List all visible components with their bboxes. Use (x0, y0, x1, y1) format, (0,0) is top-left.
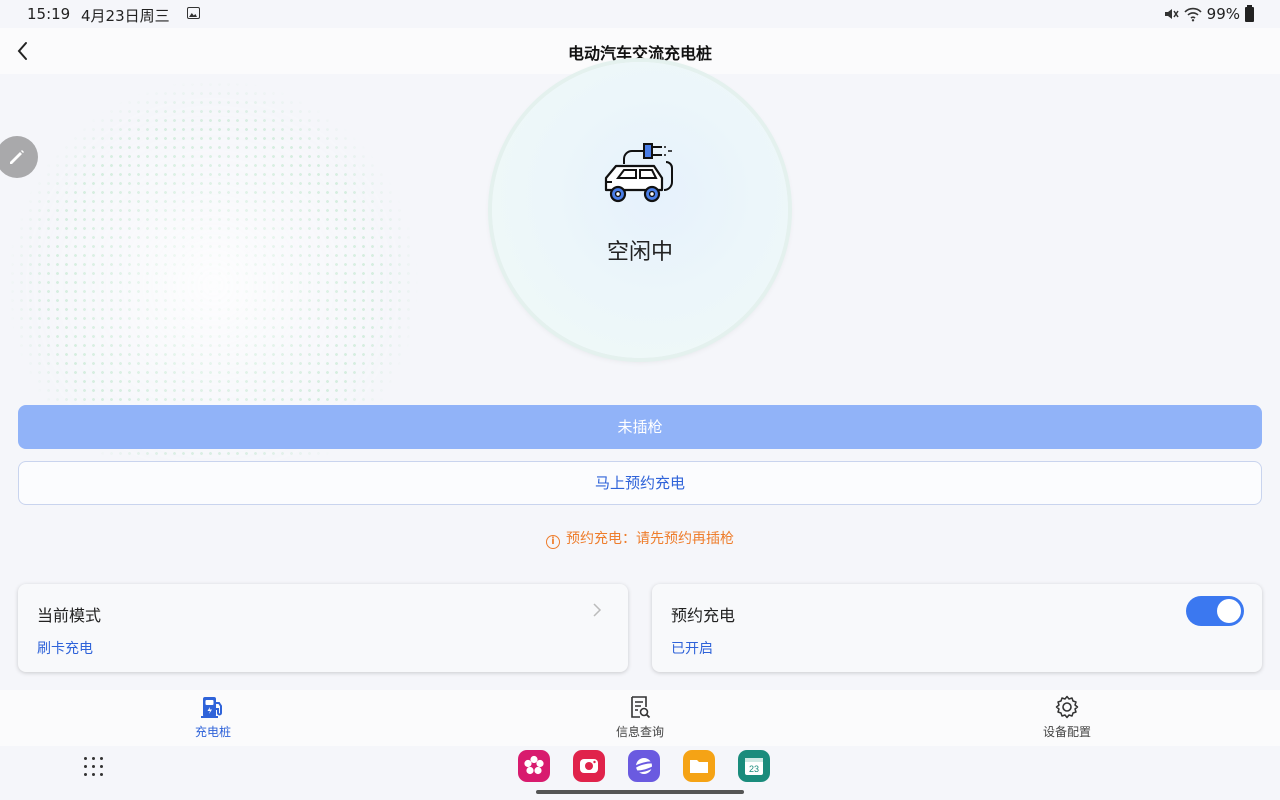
edit-floating-button[interactable] (0, 136, 38, 178)
car-charging-icon (604, 143, 673, 203)
calendar-app-icon[interactable]: 23 (738, 750, 770, 782)
svg-text:23: 23 (749, 764, 759, 774)
current-mode-title: 当前模式 (37, 606, 102, 625)
planet-glyph-icon (631, 758, 657, 774)
status-date: 4月23日周三 (81, 7, 170, 25)
home-indicator[interactable] (536, 790, 744, 794)
nav-item-charging-station[interactable]: 充电桩 (153, 694, 273, 740)
gallery-notification-icon (187, 7, 200, 19)
browser-app-icon[interactable] (628, 750, 660, 782)
nav-item-device-config[interactable]: 设备配置 (1007, 694, 1127, 740)
info-query-icon (631, 696, 651, 719)
reserve-charging-card: 预约充电 已开启 (652, 584, 1262, 672)
reserve-charging-toggle[interactable] (1186, 596, 1244, 626)
toggle-knob (1217, 599, 1241, 623)
nav-item-info-query[interactable]: 信息查询 (580, 694, 700, 740)
camera-glyph-icon (580, 759, 598, 773)
charging-station-icon (201, 697, 222, 718)
chevron-right-icon (593, 603, 602, 617)
mute-icon (1164, 9, 1179, 19)
pencil-icon (10, 150, 24, 164)
flower-app-icon[interactable] (518, 750, 550, 782)
charger-status-circle: 空闲中 (492, 62, 788, 358)
nav-label-info-query: 信息查询 (615, 725, 664, 739)
battery-icon (1245, 4, 1254, 22)
current-mode-card[interactable]: 当前模式 刷卡充电 (18, 584, 628, 672)
notice-text: 预约充电：请先预约再插枪 (566, 531, 734, 547)
status-right: 99% (1163, 4, 1254, 23)
flower-glyph-icon (524, 755, 544, 775)
camera-app-icon[interactable] (573, 750, 605, 782)
folder-app-icon[interactable] (683, 750, 715, 782)
info-icon: i (546, 535, 560, 549)
reserve-now-button[interactable]: 马上预约充电 (18, 461, 1262, 505)
gear-icon (1055, 695, 1079, 719)
reservation-notice: i 预约充电：请先预约再插枪 (0, 528, 1280, 549)
status-time: 15:19 (27, 5, 71, 23)
app-drawer-button[interactable] (84, 757, 104, 777)
current-mode-value: 刷卡充电 (37, 641, 93, 657)
bottom-navigation: 充电桩 信息查询 设备配置 (0, 690, 1280, 746)
reserve-charging-status: 已开启 (671, 641, 713, 657)
wifi-icon (1184, 7, 1202, 22)
nav-label-charging-station: 充电桩 (194, 725, 231, 739)
status-bar: 15:19 4月23日周三 99% (0, 0, 1280, 28)
battery-percent: 99% (1206, 5, 1240, 23)
plug-status-button[interactable]: 未插枪 (18, 405, 1262, 449)
calendar-glyph-icon: 23 (745, 758, 763, 775)
folder-glyph-icon (690, 760, 708, 773)
charger-state-label: 空闲中 (606, 240, 673, 265)
reserve-charging-title: 预约充电 (671, 606, 736, 625)
page-title: 电动汽车交流充电桩 (567, 44, 712, 63)
nav-label-device-config: 设备配置 (1042, 725, 1091, 739)
system-taskbar: 23 (0, 746, 1280, 800)
